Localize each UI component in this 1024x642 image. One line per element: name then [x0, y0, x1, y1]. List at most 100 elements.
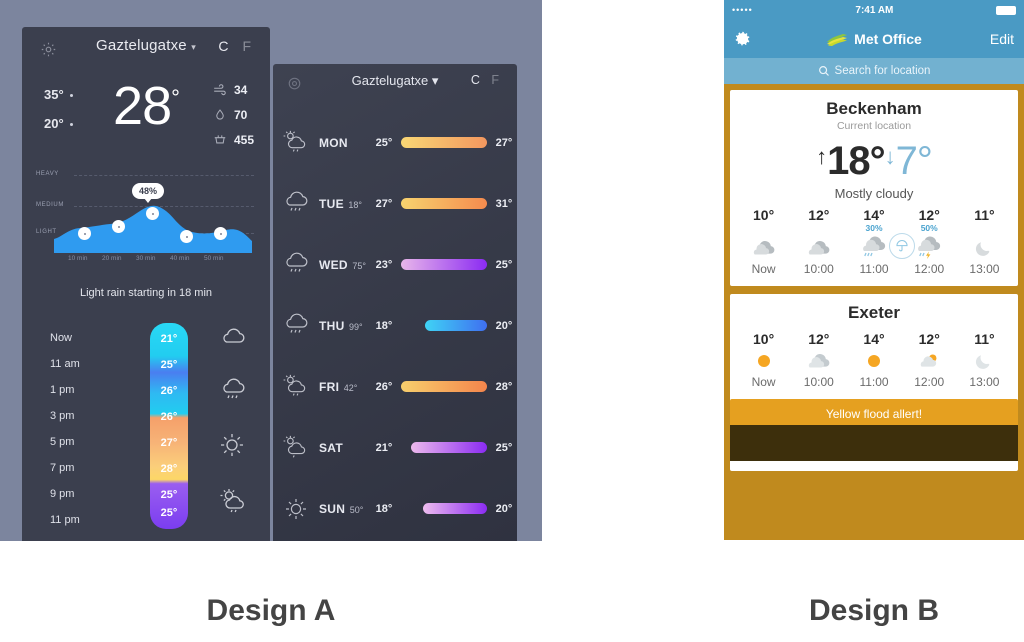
search-input[interactable]: Search for location: [724, 58, 1024, 84]
day-high: 25°: [495, 258, 513, 271]
hour-cell[interactable]: 12° 10:00: [791, 331, 846, 389]
day-low: 25°: [375, 136, 393, 149]
hourly-temp-gradient-bar[interactable]: 21° 25° 26° 26° 27° 28° 25° 25°: [150, 323, 188, 529]
design-a-panel: Gaztelugatxe ▾ C F 35° 20° 28° 34 70 455…: [0, 0, 542, 541]
hour-label: 11:00: [859, 262, 889, 276]
hour-cell[interactable]: 12° 12:00: [902, 331, 957, 389]
hourly-forecast: Now 11 am 1 pm 3 pm 5 pm 7 pm 9 pm 11 pm…: [22, 319, 270, 541]
day-low: 26°: [375, 380, 393, 393]
day-low: 21°: [375, 441, 393, 454]
hour-cell[interactable]: 14° 11:00: [846, 331, 901, 389]
hour-temp: 14°: [863, 207, 885, 223]
hour-temp: 12°: [918, 207, 940, 223]
day-high: 25°: [495, 441, 513, 454]
cloud-icon: [791, 347, 846, 375]
chart-point[interactable]: [146, 207, 159, 220]
stat-humidity-value: 70: [233, 108, 248, 122]
hour-temp: 27°: [160, 437, 178, 449]
chart-point[interactable]: [214, 227, 227, 240]
day-high: 31°: [495, 197, 513, 210]
day-cell: SAT: [319, 439, 371, 457]
day-sub: 18°: [348, 199, 362, 210]
unit-celsius[interactable]: C: [467, 73, 484, 87]
hour-temp: 12°: [808, 331, 830, 347]
degree-symbol: °: [171, 85, 180, 110]
hour-cell[interactable]: 10° Now: [736, 331, 791, 389]
battery-icon: [996, 5, 1016, 15]
location-title: Exeter: [848, 303, 900, 322]
day-high: 28°: [495, 380, 513, 393]
hour-cell[interactable]: 10° Now: [736, 207, 791, 276]
hour-label: 10:00: [803, 375, 834, 389]
chart-point[interactable]: [112, 220, 125, 233]
app-brand: Met Office: [724, 31, 1024, 47]
sun-cloud-rain-icon: [273, 129, 319, 157]
chart-point[interactable]: [180, 230, 193, 243]
table-row[interactable]: MON 25° 27°: [273, 112, 517, 173]
hour-cell[interactable]: 12° 10:00: [791, 207, 846, 276]
arrow-up-icon: ↑: [816, 144, 828, 169]
location-card-beckenham[interactable]: Beckenham Current location ↑18°↓7° Mostl…: [730, 90, 1018, 286]
hour-temp: 10°: [753, 207, 775, 223]
table-row[interactable]: FRI 42° 26° 28°: [273, 356, 517, 417]
day-sub: 99°: [349, 321, 363, 332]
chart-tick: 50 min: [204, 255, 224, 262]
hour-precip: [736, 223, 791, 234]
arrow-down-icon: ↓: [884, 144, 896, 169]
temp-range-bar: [423, 503, 487, 514]
hour-cell[interactable]: 12° 50% 12:00: [902, 207, 957, 276]
day-name: THU: [319, 318, 345, 333]
unit-fahrenheit[interactable]: F: [237, 38, 256, 54]
table-row[interactable]: THU 99° 18° 20°: [273, 295, 517, 356]
unit-celsius[interactable]: C: [213, 38, 233, 54]
day-sub: 75°: [352, 260, 366, 271]
current-temperature-block: 35° 20° 28° 34 70 455: [22, 75, 270, 161]
chart-tick: 40 min: [170, 255, 190, 262]
hour-cell[interactable]: 14° 30% 11:00: [846, 207, 915, 276]
edit-button[interactable]: Edit: [990, 31, 1014, 47]
hour-cell[interactable]: 11° 13:00: [957, 207, 1012, 276]
hour-temp: 21°: [160, 333, 178, 345]
day-low: 27°: [375, 197, 393, 210]
chart-value-bubble: 48%: [132, 183, 165, 203]
temp-range-bar: [425, 320, 487, 331]
condition-text: Mostly cloudy: [834, 186, 914, 201]
caption-design-a: Design A: [206, 594, 336, 627]
sun-icon: [273, 495, 319, 523]
day-name: MON: [319, 135, 348, 150]
hour-label: 11 pm: [50, 514, 80, 526]
cloud-icon: [791, 234, 846, 262]
sun-cloud-icon: [273, 434, 319, 462]
chart-tick: 10 min: [68, 255, 88, 262]
chart-tick: 20 min: [102, 255, 122, 262]
rain-cloud-icon: [218, 377, 248, 410]
table-row[interactable]: WED 75° 23° 25°: [273, 234, 517, 295]
day-name: FRI: [319, 379, 340, 394]
weekly-card-header: Gaztelugatxe ▾ C F: [273, 64, 517, 104]
hour-temp: 12°: [918, 331, 940, 347]
screenshot-root: Gaztelugatxe ▾ C F 35° 20° 28° 34 70 455…: [0, 0, 1024, 642]
unit-toggle[interactable]: C F: [467, 73, 503, 87]
city-name: Gaztelugatxe: [96, 37, 187, 54]
hour-cell[interactable]: 11° 13:00: [957, 331, 1012, 389]
stat-pressure: 455: [213, 133, 254, 147]
chart-point[interactable]: [78, 227, 91, 240]
chart-tick: 30 min: [136, 255, 156, 262]
sun-icon: [736, 347, 791, 375]
stat-wind-value: 34: [233, 83, 248, 97]
unit-toggle[interactable]: C F: [213, 38, 256, 54]
hour-label: 10:00: [803, 262, 834, 276]
humidity-drop-icon: [213, 108, 227, 122]
table-row[interactable]: SAT 21° 25°: [273, 417, 517, 478]
location-card-exeter[interactable]: Exeter 10° Now 12° 10:00 14° 11:00 12° 1…: [730, 294, 1018, 471]
temp-range-bar: [401, 259, 487, 270]
location-cards-container: Beckenham Current location ↑18°↓7° Mostl…: [724, 84, 1024, 540]
hour-label: 9 pm: [50, 488, 75, 500]
day-name: SUN: [319, 501, 346, 516]
unit-fahrenheit[interactable]: F: [487, 73, 503, 87]
hour-precip: [791, 223, 846, 234]
table-row[interactable]: SUN 50° 18° 20°: [273, 478, 517, 539]
day-high-temp: 18°: [827, 139, 885, 183]
weather-current-card: Gaztelugatxe ▾ C F 35° 20° 28° 34 70 455…: [22, 27, 270, 541]
table-row[interactable]: TUE 18° 27° 31°: [273, 173, 517, 234]
